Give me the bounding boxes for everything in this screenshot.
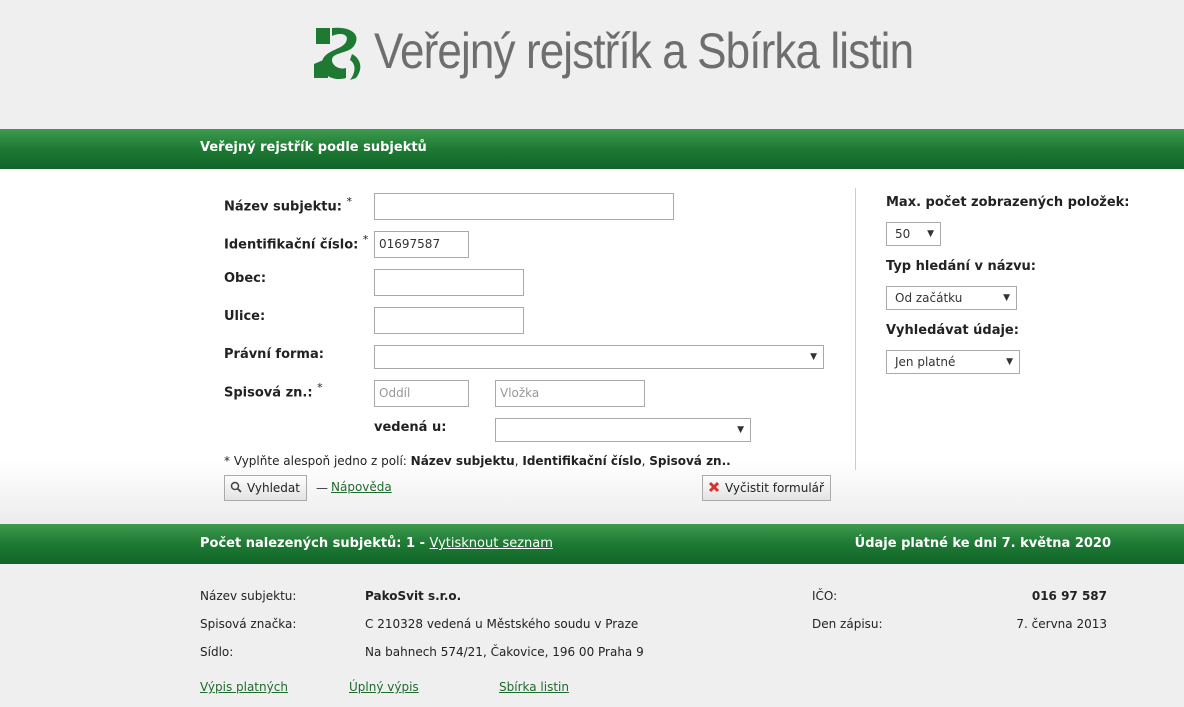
legal-form-label: Právní forma: xyxy=(224,347,324,362)
search-type-label: Typ hledání v názvu: xyxy=(886,259,1036,274)
results-count: Počet nalezených subjektů: 1 - Vytisknou… xyxy=(200,536,553,551)
legal-form-select[interactable]: ▼ xyxy=(374,345,824,369)
result-reg-date-value: 7. června 2013 xyxy=(1016,617,1107,631)
registry-logo-icon xyxy=(314,27,361,80)
form-divider xyxy=(855,188,856,470)
max-items-select[interactable]: 50 ▼ xyxy=(886,222,941,246)
court-label: vedená u: xyxy=(374,420,447,435)
result-ico-value: 016 97 587 xyxy=(1031,589,1107,603)
result-name-value: PakoSvit s.r.o. xyxy=(365,589,462,603)
data-scope-select[interactable]: Jen platné ▼ xyxy=(886,350,1020,374)
required-hint: * Vyplňte alespoň jedno z polí: Název su… xyxy=(224,454,731,468)
city-input[interactable] xyxy=(374,269,524,296)
result-file-label: Spisová značka: xyxy=(200,617,297,631)
triangle-down-icon: ▼ xyxy=(737,425,744,435)
dash-separator: — xyxy=(316,481,328,495)
print-list-link[interactable]: Vytisknout seznam xyxy=(430,536,553,551)
site-title: Veřejný rejstřík a Sbírka listin xyxy=(374,23,914,79)
full-extract-link[interactable]: Úplný výpis xyxy=(349,680,419,694)
section-title: Veřejný rejstřík podle subjektů xyxy=(200,140,427,155)
name-label: Název subjektu: * xyxy=(224,195,352,215)
street-label: Ulice: xyxy=(224,309,266,324)
ico-input[interactable]: 01697587 xyxy=(374,231,469,258)
search-section-bar: Veřejný rejstřík podle subjektů xyxy=(0,129,1184,169)
results-bar: Počet nalezených subjektů: 1 - Vytisknou… xyxy=(0,524,1184,564)
data-scope-label: Vyhledávat údaje: xyxy=(886,323,1019,338)
result-seat-value: Na bahnech 574/21, Čakovice, 196 00 Prah… xyxy=(365,645,644,659)
result-reg-date-label: Den zápisu: xyxy=(812,617,883,631)
max-items-label: Max. počet zobrazených položek: xyxy=(886,195,1130,210)
name-input[interactable] xyxy=(374,193,674,220)
triangle-down-icon: ▼ xyxy=(927,229,934,239)
triangle-down-icon: ▼ xyxy=(810,352,817,362)
triangle-down-icon: ▼ xyxy=(1003,293,1010,303)
court-select[interactable]: ▼ xyxy=(495,418,751,442)
red-x-icon xyxy=(707,476,721,500)
search-type-select[interactable]: Od začátku ▼ xyxy=(886,286,1017,310)
result-ico-label: IČO: xyxy=(812,589,838,603)
result-file-value: C 210328 vedená u Městského soudu v Praz… xyxy=(365,617,639,631)
valid-extract-link[interactable]: Výpis platných xyxy=(200,680,288,694)
site-header: Veřejný rejstřík a Sbírka listin xyxy=(0,0,1184,129)
result-seat-label: Sídlo: xyxy=(200,645,234,659)
search-button[interactable]: Vyhledat xyxy=(224,475,307,501)
insert-input[interactable]: Vložka xyxy=(495,380,645,407)
valid-as-of: Údaje platné ke dni 7. května 2020 xyxy=(854,536,1111,551)
help-link[interactable]: Nápověda xyxy=(331,480,392,494)
document-collection-link[interactable]: Sbírka listin xyxy=(499,680,569,694)
result-name-label: Název subjektu: xyxy=(200,589,297,603)
magnifier-icon xyxy=(229,476,243,500)
clear-form-button[interactable]: Vyčistit formulář xyxy=(702,475,831,501)
triangle-down-icon: ▼ xyxy=(1006,357,1013,367)
section-input[interactable]: Oddíl xyxy=(374,380,469,407)
street-input[interactable] xyxy=(374,307,524,334)
file-no-label: Spisová zn.: * xyxy=(224,381,323,401)
ico-label: Identifikační číslo: * xyxy=(224,233,369,253)
city-label: Obec: xyxy=(224,271,267,286)
result-item xyxy=(0,564,1184,707)
